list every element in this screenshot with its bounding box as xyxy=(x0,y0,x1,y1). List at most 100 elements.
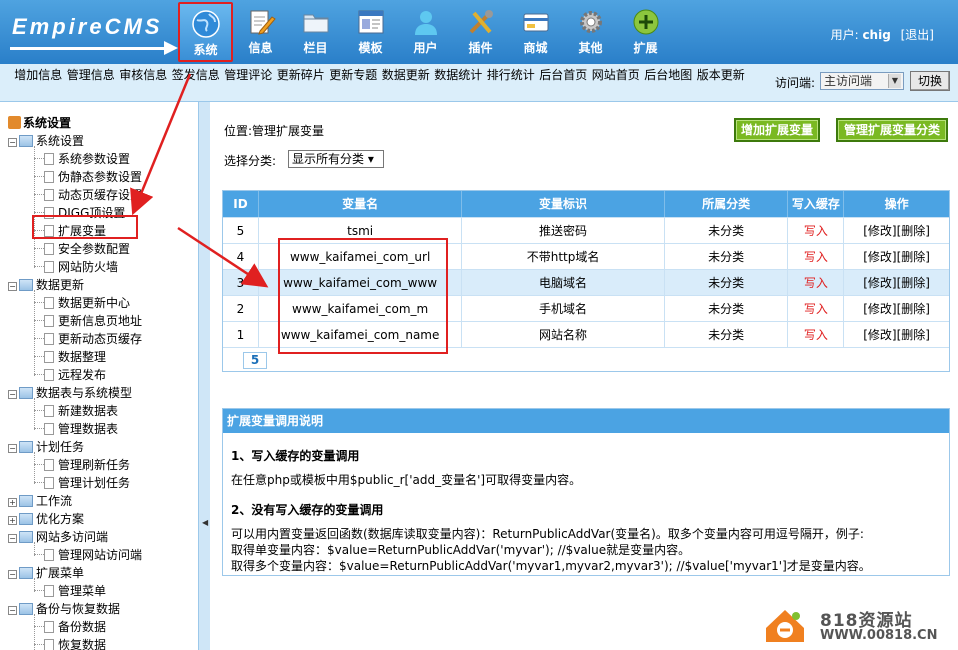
logout-link[interactable]: [退出] xyxy=(901,28,934,42)
visit-end-select[interactable]: 主访问端 ▼ xyxy=(820,72,904,90)
empirecms-logo[interactable]: EmpireCMS xyxy=(6,6,178,55)
watermark-url: WWW.00818.CN xyxy=(820,628,938,643)
nav-other[interactable]: 其他 xyxy=(563,2,618,62)
quick-link[interactable]: 数据统计 xyxy=(432,67,485,83)
collapse-icon[interactable]: − xyxy=(8,534,17,543)
tree-item[interactable]: 更新信息页地址 xyxy=(44,312,142,329)
quick-link[interactable]: 增加信息 xyxy=(12,67,65,83)
tree-connector xyxy=(34,410,44,411)
tree-item[interactable]: 远程发布 xyxy=(44,366,106,383)
cell-category: 未分类 xyxy=(665,270,789,295)
collapse-icon[interactable]: − xyxy=(8,390,17,399)
breadcrumb-link[interactable]: 管理扩展变量 xyxy=(252,124,324,138)
nav-column[interactable]: 栏目 xyxy=(288,2,343,62)
tree-item[interactable]: 更新动态页缓存 xyxy=(44,330,142,347)
manage-category-button[interactable]: 管理扩展变量分类 xyxy=(836,118,948,142)
tree-item[interactable]: 数据更新中心 xyxy=(44,294,130,311)
nav-shop[interactable]: 商城 xyxy=(508,2,563,62)
collapse-icon[interactable]: − xyxy=(8,282,17,291)
delete-link[interactable]: [删除] xyxy=(897,250,930,264)
tree-group[interactable]: + 优化方案 xyxy=(8,510,84,527)
tree-item[interactable]: 管理网站访问端 xyxy=(44,546,142,563)
tree-connector xyxy=(34,614,35,650)
quick-link[interactable]: 网站首页 xyxy=(590,67,643,83)
tree-connector xyxy=(34,578,35,592)
category-select[interactable]: 显示所有分类 ▾ xyxy=(288,150,384,168)
tree-group[interactable]: + 工作流 xyxy=(8,492,72,509)
edit-link[interactable]: [修改] xyxy=(863,276,896,290)
user-name[interactable]: chig xyxy=(862,28,890,42)
collapse-icon[interactable]: − xyxy=(8,606,17,615)
collapse-icon[interactable]: − xyxy=(8,138,17,147)
nav-info[interactable]: 信息 xyxy=(233,2,288,62)
collapse-icon[interactable]: − xyxy=(8,570,17,579)
tree-item[interactable]: 新建数据表 xyxy=(44,402,118,419)
quick-link[interactable]: 更新专题 xyxy=(327,67,380,83)
home-icon xyxy=(8,116,21,129)
tree-item[interactable]: 安全参数配置 xyxy=(44,240,130,257)
tree-connector xyxy=(34,644,44,645)
page-number[interactable]: 5 xyxy=(243,352,267,369)
tree-item[interactable]: 动态页缓存设置 xyxy=(44,186,142,203)
nav-label: 栏目 xyxy=(303,41,328,55)
quick-link[interactable]: 后台首页 xyxy=(537,67,590,83)
tree-item[interactable]: 管理菜单 xyxy=(44,582,106,599)
switch-button[interactable]: 切换 xyxy=(910,71,950,91)
edit-link[interactable]: [修改] xyxy=(863,250,896,264)
tree-group-label: 数据表与系统模型 xyxy=(36,386,133,400)
tree-group[interactable]: − 扩展菜单 xyxy=(8,564,84,581)
tree-connector xyxy=(34,398,35,430)
tree-item[interactable]: 备份数据 xyxy=(44,618,106,635)
delete-link[interactable]: [删除] xyxy=(897,276,930,290)
tree-root[interactable]: 系统设置 xyxy=(8,114,71,131)
nav-system[interactable]: 系统 xyxy=(178,2,233,62)
tree-group[interactable]: − 数据表与系统模型 xyxy=(8,384,132,401)
tree-item[interactable]: 恢复数据 xyxy=(44,636,106,650)
quick-link[interactable]: 审核信息 xyxy=(117,67,170,83)
tree-group[interactable]: − 数据更新 xyxy=(8,276,84,293)
tree-item[interactable]: 系统参数设置 xyxy=(44,150,130,167)
nav-template[interactable]: 模板 xyxy=(343,2,398,62)
document-icon xyxy=(44,171,54,183)
expand-icon[interactable]: + xyxy=(8,516,17,525)
nav-label: 扩展 xyxy=(633,41,658,55)
delete-link[interactable]: [删除] xyxy=(897,302,930,316)
quick-link[interactable]: 排行统计 xyxy=(485,67,538,83)
delete-link[interactable]: [删除] xyxy=(897,328,930,342)
nav-extend[interactable]: 扩展 xyxy=(618,2,673,62)
quick-link[interactable]: 版本更新 xyxy=(695,67,748,83)
tree-item[interactable]: 网站防火墙 xyxy=(44,258,118,275)
quick-link[interactable]: 后台地图 xyxy=(642,67,695,83)
tree-connector xyxy=(34,320,44,321)
quick-link[interactable]: 数据更新 xyxy=(380,67,433,83)
cell-id: 3 xyxy=(223,270,259,295)
delete-link[interactable]: [删除] xyxy=(897,224,930,238)
edit-link[interactable]: [修改] xyxy=(863,328,896,342)
collapse-icon[interactable]: − xyxy=(8,444,17,453)
help-text-2: 可以用内置变量返回函数(数据库读取变量内容)：ReturnPublicAddVa… xyxy=(231,527,864,541)
tree-group[interactable]: − 网站多访问端 xyxy=(8,528,108,545)
document-icon xyxy=(44,549,54,561)
quick-link[interactable]: 签发信息 xyxy=(170,67,223,83)
document-icon xyxy=(44,315,54,327)
tree-group[interactable]: − 计划任务 xyxy=(8,438,84,455)
tree-item[interactable]: 伪静态参数设置 xyxy=(44,168,142,185)
quick-link[interactable]: 管理评论 xyxy=(222,67,275,83)
tree-item-label: 新建数据表 xyxy=(58,404,119,418)
nav-plugin[interactable]: 插件 xyxy=(453,2,508,62)
tree-group[interactable]: − 系统设置 xyxy=(8,132,84,149)
tree-group[interactable]: − 备份与恢复数据 xyxy=(8,600,120,617)
edit-link[interactable]: [修改] xyxy=(863,224,896,238)
edit-link[interactable]: [修改] xyxy=(863,302,896,316)
sidebar-splitter[interactable]: ◀ xyxy=(198,102,210,650)
tree-item[interactable]: 管理数据表 xyxy=(44,420,118,437)
tree-item[interactable]: 管理计划任务 xyxy=(44,474,130,491)
nav-user[interactable]: 用户 xyxy=(398,2,453,62)
tree-item[interactable]: 数据整理 xyxy=(44,348,106,365)
expand-icon[interactable]: + xyxy=(8,498,17,507)
quick-link[interactable]: 更新碎片 xyxy=(275,67,328,83)
tree-item[interactable]: 管理刷新任务 xyxy=(44,456,130,473)
add-variable-button[interactable]: 增加扩展变量 xyxy=(734,118,820,142)
quick-link[interactable]: 管理信息 xyxy=(65,67,118,83)
sidebar-tree: 系统设置 − 系统设置 系统参数设置 伪静态参数设置 动态页缓存设置 DIGG顶设置 扩展变… xyxy=(0,102,198,650)
